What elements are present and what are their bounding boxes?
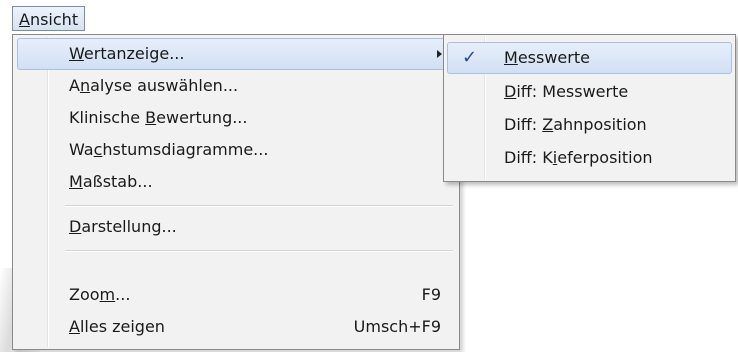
submenu-item-label: Messwerte (504, 48, 590, 67)
menu-separator (65, 250, 453, 252)
menu-item-zoom[interactable]: Zoom... F9 (17, 279, 455, 311)
menu-separator (65, 205, 453, 207)
menu-ansicht[interactable]: Ansicht (12, 6, 86, 31)
menu-item-label: Maßstab... (69, 172, 153, 191)
menu-item-label: Wertanzeige... (69, 44, 185, 63)
menu-item-label: Analyse auswählen... (69, 76, 239, 95)
shortcut-label: F9 (421, 285, 441, 304)
submenu-item-label: Diff: Kieferposition (504, 148, 653, 167)
submenu-item-diff-kieferposition[interactable]: Diff: Kieferposition (447, 142, 732, 174)
menu-item-alles-zeigen[interactable]: Alles zeigen Umsch+F9 (17, 311, 455, 343)
submenu-arrow-icon (437, 50, 442, 58)
ansicht-dropdown-menu: Wertanzeige... Analyse auswählen... Klin… (12, 34, 460, 350)
submenu-item-diff-zahnposition[interactable]: Diff: Zahnposition (447, 109, 732, 141)
wertanzeige-submenu: ✓ Messwerte Diff: Messwerte Diff: Zahnpo… (443, 34, 736, 182)
menu-item-wertanzeige[interactable]: Wertanzeige... (17, 38, 455, 70)
submenu-item-diff-messwerte[interactable]: Diff: Messwerte (447, 76, 732, 108)
menu-bar: Ansicht (0, 0, 738, 34)
menu-item-label: Klinische Bewertung... (69, 108, 248, 127)
menu-item-klinische-bewertung[interactable]: Klinische Bewertung... (17, 102, 455, 134)
submenu-item-messwerte[interactable]: ✓ Messwerte (447, 42, 732, 74)
menu-item-darstellung[interactable]: Darstellung... (17, 211, 455, 243)
menu-item-label: Alles zeigen (69, 317, 165, 336)
menu-item-massstab[interactable]: Maßstab... (17, 166, 455, 198)
check-icon: ✓ (462, 47, 478, 68)
menu-item-label: Darstellung... (69, 217, 177, 236)
submenu-item-label: Diff: Messwerte (504, 82, 629, 101)
menu-item-wachstumsdiagramme[interactable]: Wachstumsdiagramme... (17, 134, 455, 166)
menu-item-label: Zoom... (69, 285, 131, 304)
menu-item-label: Wachstumsdiagramme... (69, 140, 269, 159)
submenu-item-label: Diff: Zahnposition (504, 115, 647, 134)
shortcut-label: Umsch+F9 (353, 317, 441, 336)
menu-item-analyse-auswaehlen[interactable]: Analyse auswählen... (17, 70, 455, 102)
